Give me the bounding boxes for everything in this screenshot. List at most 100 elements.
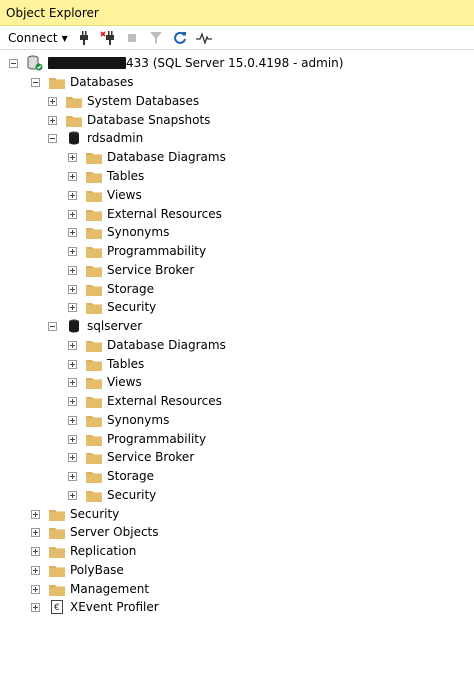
expand-toggle[interactable]: [31, 602, 40, 612]
expand-toggle[interactable]: [68, 209, 77, 219]
folder-icon: [86, 450, 102, 464]
chevron-down-icon: ▼: [61, 33, 68, 43]
folder-icon: [86, 244, 102, 258]
tree-node-sqlserver-child[interactable]: Programmability: [68, 430, 206, 448]
tree-node-polybase[interactable]: PolyBase: [31, 561, 124, 579]
expand-toggle[interactable]: [68, 396, 77, 406]
sqlserver-child-label: Security: [107, 488, 157, 502]
tree-node-rdsadmin-child[interactable]: Views: [68, 186, 142, 204]
folder-icon: [49, 525, 65, 539]
database-snapshots-label: Database Snapshots: [87, 113, 211, 127]
tree-node-security[interactable]: Security: [31, 505, 119, 523]
connect-plug-icon[interactable]: [74, 29, 94, 47]
security-label: Security: [70, 507, 120, 521]
collapse-toggle[interactable]: [9, 58, 18, 68]
connect-button[interactable]: Connect ▼: [6, 29, 70, 47]
tree-node-sqlserver-child[interactable]: Service Broker: [68, 448, 194, 466]
collapse-toggle[interactable]: [31, 77, 40, 87]
tree-node-rdsadmin-child[interactable]: Tables: [68, 167, 144, 185]
folder-icon: [86, 338, 102, 352]
tree-node-rdsadmin-child[interactable]: Programmability: [68, 242, 206, 260]
tree-node-rdsadmin-child[interactable]: Storage: [68, 280, 154, 298]
tree-node-rdsadmin-child[interactable]: Database Diagrams: [68, 148, 226, 166]
tree-node-replication[interactable]: Replication: [31, 542, 136, 560]
collapse-toggle[interactable]: [48, 133, 57, 143]
expand-toggle[interactable]: [68, 246, 77, 256]
expand-toggle[interactable]: [48, 96, 57, 106]
expand-toggle[interactable]: [68, 359, 77, 369]
redacted-server-name: [48, 56, 126, 69]
folder-icon: [49, 563, 65, 577]
expand-toggle[interactable]: [68, 471, 77, 481]
databases-label: Databases: [70, 75, 134, 89]
folder-icon: [86, 207, 102, 221]
tree-node-db-sqlserver[interactable]: sqlserver: [48, 317, 142, 335]
xevent-profiler-icon: €: [49, 600, 65, 614]
activity-monitor-icon[interactable]: [194, 29, 214, 47]
folder-icon: [49, 507, 65, 521]
tree-node-sqlserver-child[interactable]: Database Diagrams: [68, 336, 226, 354]
tree-node-databases[interactable]: Databases: [31, 73, 134, 91]
expand-toggle[interactable]: [31, 584, 40, 594]
expand-toggle[interactable]: [68, 434, 77, 444]
server-objects-label: Server Objects: [70, 525, 159, 539]
tree-node-sqlserver-child[interactable]: Synonyms: [68, 411, 169, 429]
expand-toggle[interactable]: [68, 265, 77, 275]
sqlserver-child-label: Storage: [107, 469, 154, 483]
tree-node-rdsadmin-child[interactable]: Service Broker: [68, 261, 194, 279]
folder-icon: [86, 169, 102, 183]
database-icon: [66, 319, 82, 333]
object-explorer-title: Object Explorer: [0, 0, 474, 26]
rdsadmin-child-label: Synonyms: [107, 225, 170, 239]
expand-toggle[interactable]: [68, 284, 77, 294]
tree-node-xevent-profiler[interactable]: € XEvent Profiler: [31, 598, 159, 616]
expand-toggle[interactable]: [31, 565, 40, 575]
folder-icon: [86, 375, 102, 389]
expand-toggle[interactable]: [31, 509, 40, 519]
panel-title: Object Explorer: [6, 6, 99, 20]
tree-node-rdsadmin-child[interactable]: Synonyms: [68, 223, 169, 241]
expand-toggle[interactable]: [68, 490, 77, 500]
tree-node-server-objects[interactable]: Server Objects: [31, 523, 159, 541]
tree-node-management[interactable]: Management: [31, 580, 149, 598]
rdsadmin-child-label: External Resources: [107, 207, 222, 221]
expand-toggle[interactable]: [68, 190, 77, 200]
tree-node-server[interactable]: 433 (SQL Server 15.0.4198 - admin): [9, 54, 343, 72]
tree-node-sqlserver-child[interactable]: Views: [68, 373, 142, 391]
tree-node-db-rdsadmin[interactable]: rdsadmin: [48, 129, 143, 147]
folder-icon: [66, 94, 82, 108]
tree-node-rdsadmin-child[interactable]: External Resources: [68, 205, 222, 223]
expand-toggle[interactable]: [31, 527, 40, 537]
expand-toggle[interactable]: [68, 340, 77, 350]
replication-label: Replication: [70, 544, 137, 558]
tree-node-sqlserver-child[interactable]: Storage: [68, 467, 154, 485]
folder-icon: [49, 544, 65, 558]
expand-toggle[interactable]: [68, 171, 77, 181]
folder-icon: [66, 113, 82, 127]
folder-icon: [86, 282, 102, 296]
tree-node-sqlserver-child[interactable]: Tables: [68, 355, 144, 373]
expand-toggle[interactable]: [68, 152, 77, 162]
disconnect-icon[interactable]: [98, 29, 118, 47]
expand-toggle[interactable]: [68, 377, 77, 387]
tree-node-rdsadmin-child[interactable]: Security: [68, 298, 156, 316]
folder-icon: [49, 582, 65, 596]
tree-node-sqlserver-child[interactable]: Security: [68, 486, 156, 504]
expand-toggle[interactable]: [68, 452, 77, 462]
management-label: Management: [70, 582, 150, 596]
tree-node-system-databases[interactable]: System Databases: [48, 92, 199, 110]
folder-icon: [86, 432, 102, 446]
system-databases-label: System Databases: [87, 94, 200, 108]
expand-toggle[interactable]: [48, 115, 57, 125]
tree-node-sqlserver-child[interactable]: External Resources: [68, 392, 222, 410]
tree-node-database-snapshots[interactable]: Database Snapshots: [48, 111, 210, 129]
filter-icon[interactable]: [146, 29, 166, 47]
stop-icon[interactable]: [122, 29, 142, 47]
expand-toggle[interactable]: [68, 415, 77, 425]
expand-toggle[interactable]: [68, 227, 77, 237]
expand-toggle[interactable]: [31, 546, 40, 556]
folder-icon: [86, 150, 102, 164]
expand-toggle[interactable]: [68, 302, 77, 312]
collapse-toggle[interactable]: [48, 321, 57, 331]
refresh-icon[interactable]: [170, 29, 190, 47]
